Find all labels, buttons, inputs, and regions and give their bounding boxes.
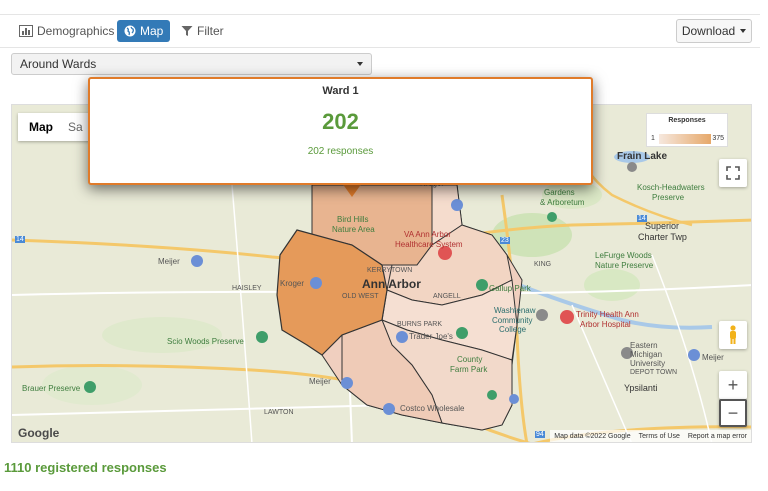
street-view-button[interactable] <box>719 321 747 349</box>
map-label: Healthcare System <box>395 240 463 249</box>
map-label: KERRYTOWN <box>367 267 413 274</box>
map-label: Farm Park <box>450 365 488 374</box>
map-label: VA Ann Arbor <box>404 230 451 239</box>
globe-icon <box>124 25 136 37</box>
bar-chart-icon <box>19 25 33 37</box>
map-label: Charter Twp <box>638 232 687 242</box>
responses-legend: Responses 1 375 <box>646 113 728 147</box>
tab-filter[interactable]: Filter <box>176 20 229 42</box>
fullscreen-icon <box>726 166 740 180</box>
map-label: Michigan <box>630 350 663 359</box>
map-label: BURNS PARK <box>397 321 442 328</box>
popup-subtitle: 202 responses <box>307 146 374 157</box>
terms-link[interactable]: Terms of Use <box>639 433 680 440</box>
filter-icon <box>181 26 193 36</box>
google-logo[interactable]: Google <box>18 426 59 440</box>
caret-down-icon <box>740 29 747 33</box>
map-label: County <box>457 355 483 364</box>
map-label: Community <box>492 316 533 325</box>
map-label: Gardens <box>544 188 575 197</box>
tab-map[interactable]: Map <box>117 20 171 42</box>
map-label: Scio Woods Preserve <box>167 337 244 346</box>
map-label: Gallup Park <box>489 284 531 293</box>
map-label: College <box>499 325 527 334</box>
map-label: Ann Arbor <box>362 277 421 291</box>
map-label: Washtenaw <box>494 306 536 315</box>
zoom-out-button[interactable]: − <box>719 399 747 427</box>
map-type-map-button[interactable]: Map <box>18 120 68 134</box>
toolbar: Demographics Map Filter Download <box>0 14 760 48</box>
highway-shield: 94 <box>535 431 545 438</box>
map-label: ANGELL <box>433 293 461 300</box>
map-label: Trinity Health Ann <box>576 310 639 319</box>
popup-value: 202 <box>322 109 359 134</box>
highway-shield: 14 <box>637 215 647 222</box>
map-label: Costco Wholesale <box>400 404 465 413</box>
pegman-icon <box>730 325 736 344</box>
map-label: University <box>630 359 666 368</box>
zoom-in-button[interactable]: + <box>719 371 747 399</box>
map-label: Brauer Preserve <box>22 384 81 393</box>
report-error-link[interactable]: Report a map error <box>688 433 747 440</box>
legend-gradient <box>659 134 711 144</box>
ward-select-value: Around Wards <box>20 57 97 71</box>
map-label: LeFurge Woods <box>595 251 652 260</box>
legend-title: Responses <box>668 117 706 124</box>
highway-shield: 14 <box>15 236 25 243</box>
map-label: HAISLEY <box>232 285 262 292</box>
map-label: Nature Area <box>332 225 375 234</box>
registered-responses-summary: 1110 registered responses <box>4 460 167 475</box>
highway-shield: 23 <box>500 237 510 244</box>
map-attribution: Map data ©2022 Google Terms of Use Repor… <box>550 430 751 442</box>
map-label: Meijer <box>309 377 331 386</box>
legend-min: 1 <box>651 135 655 142</box>
map-data-credit: Map data ©2022 Google <box>554 432 631 440</box>
map-label: Ypsilanti <box>624 383 658 393</box>
map-label: Kosch-Headwaters <box>637 183 705 192</box>
download-label: Download <box>681 24 736 38</box>
map-label: Trader Joe's <box>409 332 453 341</box>
tab-filter-label: Filter <box>197 24 224 38</box>
map-label: Eastern <box>630 341 658 350</box>
map-label: LAWTON <box>264 409 294 416</box>
map-label: Kroger <box>280 279 305 288</box>
ward-select[interactable]: Around Wards <box>11 53 372 75</box>
map-label: DEPOT TOWN <box>630 369 678 376</box>
download-button[interactable]: Download <box>676 19 752 43</box>
tab-demographics-label: Demographics <box>37 24 115 38</box>
map-label: Bird Hills <box>337 215 369 224</box>
map-label: Meijer <box>702 353 724 362</box>
map-type-satellite-button[interactable]: Sa <box>68 120 83 134</box>
tab-map-label: Map <box>140 24 164 38</box>
map-label: Nature Preserve <box>595 261 654 270</box>
page: Demographics Map Filter Download Around … <box>0 0 768 491</box>
map-label: & Arboretum <box>540 198 585 207</box>
map-label: OLD WEST <box>342 293 379 300</box>
map-label: Meijer <box>158 257 180 266</box>
caret-down-icon <box>357 62 363 66</box>
map-type-control: Map Sa <box>18 113 90 141</box>
map-label: Preserve <box>652 193 685 202</box>
popup-title: Ward 1 <box>322 85 359 97</box>
tab-demographics[interactable]: Demographics <box>14 20 119 42</box>
ward-info-popup: Ward 1 202 202 responses <box>88 77 593 185</box>
map-label: Frain Lake <box>617 151 668 162</box>
fullscreen-button[interactable] <box>719 159 747 187</box>
legend-max: 375 <box>712 135 724 142</box>
map-label: Arbor Hospital <box>580 320 631 329</box>
map-label: Superior <box>645 221 680 231</box>
map-label: KING <box>534 261 552 268</box>
